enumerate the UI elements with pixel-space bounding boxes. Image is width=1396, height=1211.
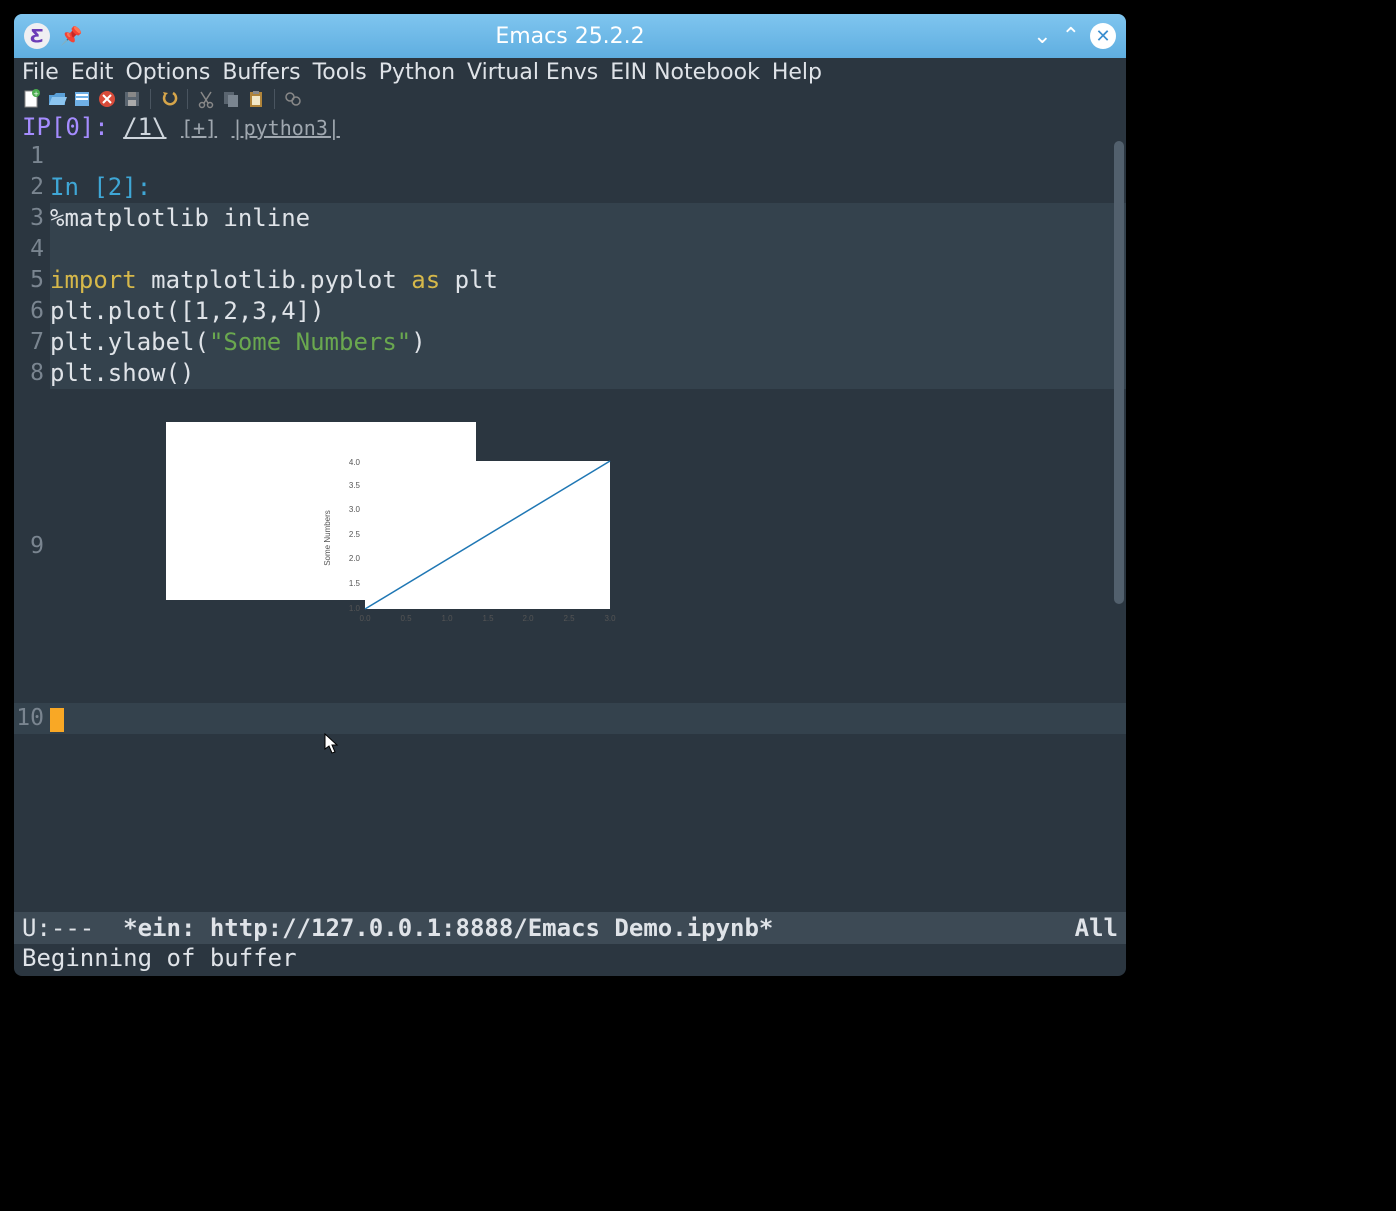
mouse-pointer-icon <box>324 733 340 755</box>
svg-text:1.0: 1.0 <box>442 614 454 623</box>
close-icon[interactable]: ✕ <box>1090 23 1116 49</box>
svg-text:Some Numbers: Some Numbers <box>323 510 332 566</box>
new-file-icon[interactable]: + <box>22 89 42 109</box>
scroll-position: All <box>1075 914 1118 942</box>
svg-text:1.0: 1.0 <box>349 604 361 613</box>
svg-text:0.5: 0.5 <box>401 614 413 623</box>
menu-tools[interactable]: Tools <box>313 60 367 85</box>
cell-prompt: In [2]: <box>50 173 151 201</box>
menubar: File Edit Options Buffers Tools Python V… <box>14 58 1126 85</box>
matplotlib-output: 1.0 1.5 2.0 2.5 3.0 3.5 4.0 0.0 0.5 1.0 … <box>166 422 476 600</box>
menu-virtual-envs[interactable]: Virtual Envs <box>467 60 598 85</box>
line-number: 6 <box>14 296 50 327</box>
close-buffer-icon[interactable] <box>97 89 117 109</box>
svg-text:2.5: 2.5 <box>349 530 361 539</box>
ein-worksheet[interactable]: /1\ <box>123 113 166 141</box>
open-file-icon[interactable] <box>47 89 67 109</box>
svg-text:0.0: 0.0 <box>360 614 372 623</box>
window-title: Emacs 25.2.2 <box>14 24 1126 49</box>
svg-text:4.0: 4.0 <box>349 458 361 467</box>
undo-icon[interactable] <box>159 89 179 109</box>
pin-icon[interactable]: 📌 <box>60 26 82 47</box>
svg-text:3.5: 3.5 <box>349 481 361 490</box>
menu-python[interactable]: Python <box>379 60 455 85</box>
code-line[interactable]: import matplotlib.pyplot as plt <box>50 265 1126 296</box>
ein-dirty-flag[interactable]: [+] <box>181 116 217 140</box>
scrollbar[interactable] <box>1114 141 1124 604</box>
line-number: 9 <box>14 531 50 562</box>
svg-text:1.5: 1.5 <box>349 579 361 588</box>
code-line[interactable]: plt.ylabel("Some Numbers") <box>50 327 1126 358</box>
svg-text:+: + <box>33 90 39 98</box>
buffer-name: *ein: http://127.0.0.1:8888/Emacs Demo.i… <box>123 914 773 942</box>
paste-icon[interactable] <box>246 89 266 109</box>
toolbar: + <box>14 85 1126 113</box>
line-number: 8 <box>14 358 50 389</box>
line-number: 1 <box>14 141 50 172</box>
svg-text:3.0: 3.0 <box>605 614 617 623</box>
text-cursor <box>50 708 64 732</box>
toolbar-separator <box>274 89 275 109</box>
menu-edit[interactable]: Edit <box>71 60 114 85</box>
svg-text:1.5: 1.5 <box>483 614 495 623</box>
menu-options[interactable]: Options <box>125 60 210 85</box>
code-line[interactable]: plt.show() <box>50 358 1126 389</box>
current-line[interactable] <box>50 703 1126 734</box>
ein-kernel[interactable]: |python3| <box>232 116 340 140</box>
menu-buffers[interactable]: Buffers <box>222 60 300 85</box>
line-number: 7 <box>14 327 50 358</box>
ein-ip-label: IP[0]: <box>22 113 109 141</box>
maximize-icon[interactable]: ⌃ <box>1062 24 1080 49</box>
save-icon[interactable] <box>122 89 142 109</box>
editor-area[interactable]: 1 2In [2]: 3%matplotlib inline 4 5import… <box>14 141 1126 912</box>
line-number: 10 <box>14 703 50 734</box>
ein-header: IP[0]: /1\ [+] |python3| <box>14 113 1126 141</box>
code-line[interactable]: plt.plot([1,2,3,4]) <box>50 296 1126 327</box>
minimize-icon[interactable]: ⌄ <box>1033 24 1051 49</box>
cut-icon[interactable] <box>196 89 216 109</box>
svg-text:2.0: 2.0 <box>349 554 361 563</box>
mode-line[interactable]: U:--- *ein: http://127.0.0.1:8888/Emacs … <box>14 912 1126 944</box>
menu-help[interactable]: Help <box>772 60 822 85</box>
toolbar-separator <box>150 89 151 109</box>
modeline-status: U:--- <box>22 914 123 942</box>
toolbar-separator <box>187 89 188 109</box>
copy-icon[interactable] <box>221 89 241 109</box>
svg-text:2.5: 2.5 <box>564 614 576 623</box>
code-line[interactable]: %matplotlib inline <box>50 203 1126 234</box>
menu-ein-notebook[interactable]: EIN Notebook <box>610 60 760 85</box>
svg-text:3.0: 3.0 <box>349 505 361 514</box>
emacs-app-icon: Ƹ <box>24 23 50 49</box>
echo-area: Beginning of buffer <box>14 944 1126 976</box>
line-number: 3 <box>14 203 50 234</box>
emacs-window: Ƹ 📌 Emacs 25.2.2 ⌄ ⌃ ✕ File Edit Options… <box>14 14 1126 976</box>
line-number: 5 <box>14 265 50 296</box>
line-number: 2 <box>14 172 50 203</box>
search-icon[interactable] <box>283 89 303 109</box>
svg-text:2.0: 2.0 <box>523 614 535 623</box>
line-number: 4 <box>14 234 50 265</box>
titlebar: Ƹ 📌 Emacs 25.2.2 ⌄ ⌃ ✕ <box>14 14 1126 58</box>
open-directory-icon[interactable] <box>72 89 92 109</box>
menu-file[interactable]: File <box>22 60 59 85</box>
